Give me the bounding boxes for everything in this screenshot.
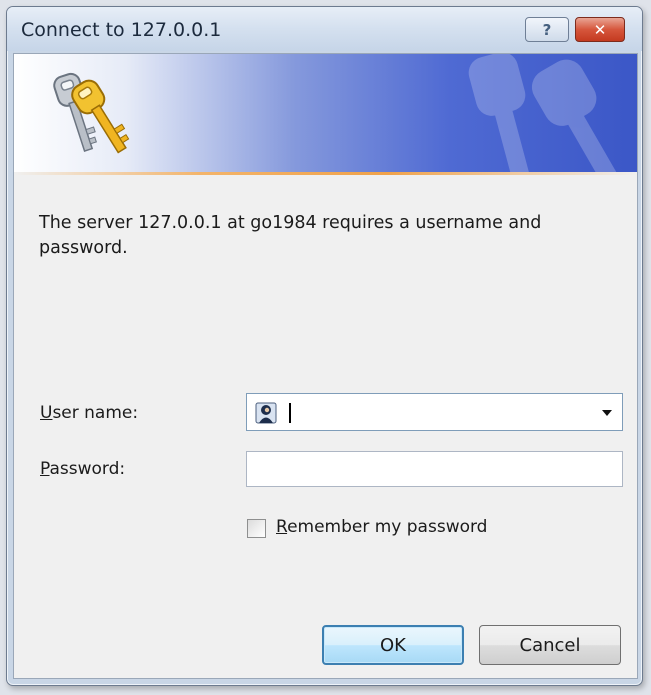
keys-icon: [53, 72, 130, 154]
remember-password-label[interactable]: Remember my password: [276, 517, 487, 537]
username-input[interactable]: [295, 398, 589, 428]
dialog-body: The server 127.0.0.1 at go1984 requires …: [13, 53, 638, 679]
login-dialog: Connect to 127.0.0.1 ? ✕ The server 127.…: [6, 6, 643, 686]
keys-watermark-icon: [468, 54, 627, 172]
help-icon: ?: [542, 20, 552, 39]
username-combobox[interactable]: [246, 393, 623, 431]
cancel-button[interactable]: Cancel: [479, 625, 621, 665]
help-button[interactable]: ?: [525, 17, 569, 42]
title-bar[interactable]: Connect to 127.0.0.1 ? ✕: [7, 7, 642, 51]
banner-divider: [14, 172, 637, 175]
user-icon: [255, 402, 277, 424]
text-caret: [289, 403, 291, 423]
close-icon: ✕: [593, 20, 607, 39]
server-message: The server 127.0.0.1 at go1984 requires …: [39, 213, 542, 258]
window-title: Connect to 127.0.0.1: [21, 19, 222, 41]
password-input[interactable]: [253, 456, 617, 484]
ok-button[interactable]: OK: [322, 625, 464, 665]
remember-password-checkbox[interactable]: [247, 519, 266, 538]
banner: [14, 54, 637, 172]
chevron-down-icon[interactable]: [602, 410, 612, 416]
password-field[interactable]: [246, 451, 623, 487]
password-label: Password:: [40, 459, 126, 479]
username-label: User name:: [40, 403, 139, 423]
close-button[interactable]: ✕: [575, 17, 625, 42]
